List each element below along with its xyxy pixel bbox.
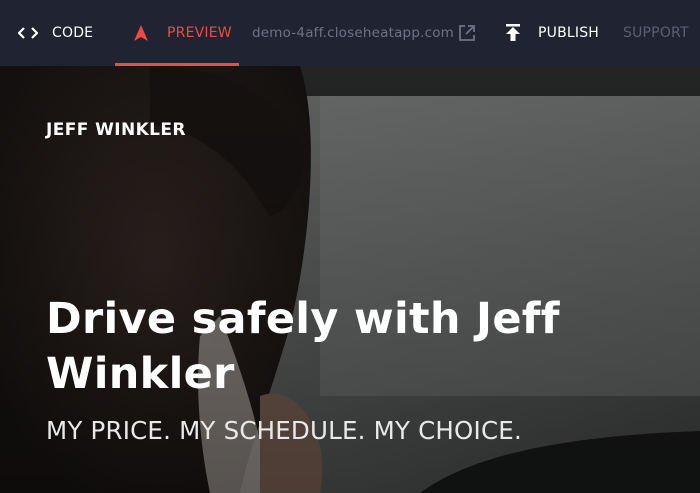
top-toolbar: CODE PREVIEW demo-4aff.closeheatapp.com [0,0,700,66]
site-url-link[interactable]: demo-4aff.closeheatapp.com [252,0,476,66]
hero-headline: Drive safely with Jeff Winkler [46,294,560,399]
site-url-text: demo-4aff.closeheatapp.com [252,25,455,41]
support-label: SUPPORT [623,25,689,41]
publish-button[interactable]: PUBLISH [506,0,599,66]
upload-icon [506,24,520,42]
brand-name[interactable]: JEFF WINKLER [46,120,186,140]
publish-label: PUBLISH [538,25,600,41]
external-link-icon [458,24,476,42]
code-tab-label: CODE [52,25,94,41]
arrow-up-icon [133,24,149,42]
code-brackets-icon [18,26,38,40]
preview-tab-label: PREVIEW [167,25,232,41]
hero-section: JEFF WINKLER Drive safely with Jeff Wink… [0,66,700,493]
code-tab[interactable]: CODE [18,0,93,66]
support-link[interactable]: SUPPORT [623,0,689,66]
preview-tab[interactable]: PREVIEW [133,0,232,66]
active-tab-indicator [115,63,239,66]
hero-tagline: MY PRICE. MY SCHEDULE. MY CHOICE. [46,416,522,445]
